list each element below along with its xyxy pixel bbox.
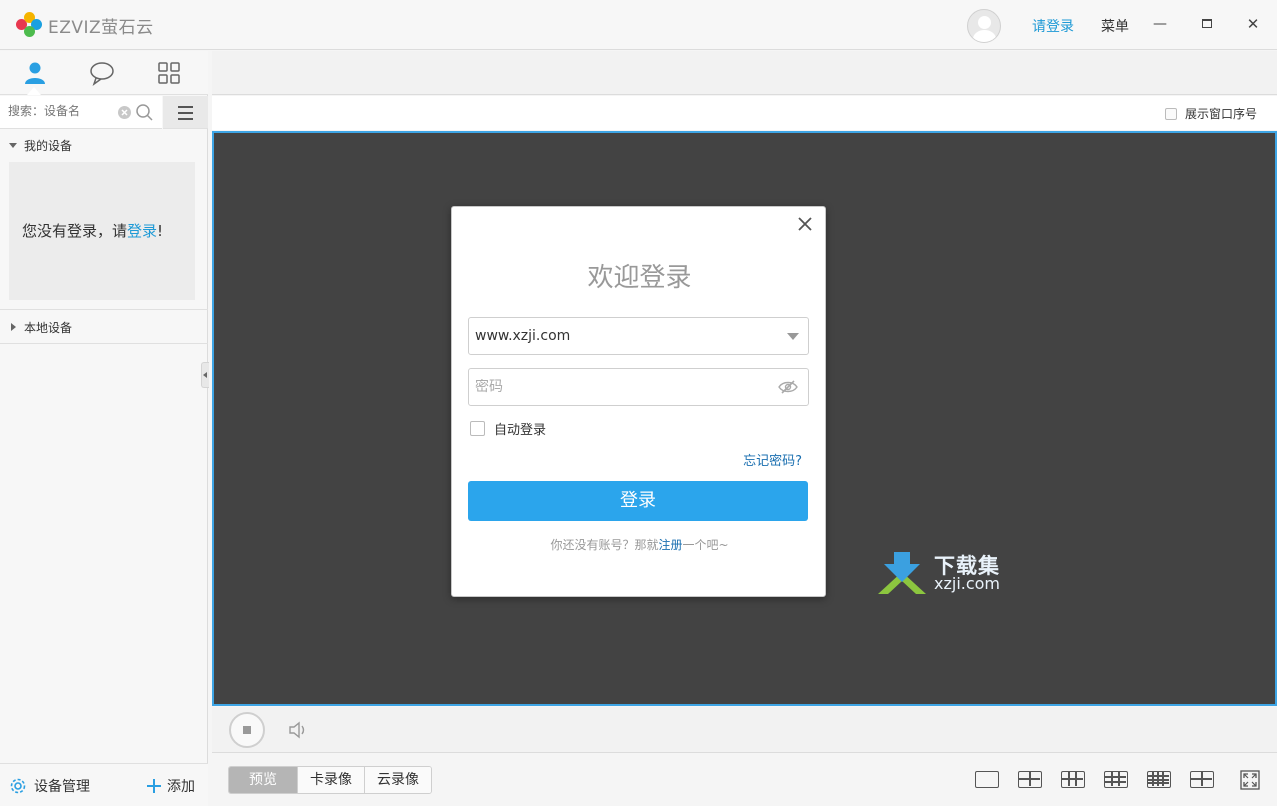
clear-icon[interactable]: [117, 105, 132, 120]
tab-messages[interactable]: [87, 59, 117, 87]
tab-card-recording[interactable]: 卡录像: [297, 767, 364, 793]
tab-preview[interactable]: 预览: [229, 767, 297, 793]
sidebar-login-link[interactable]: 登录: [127, 222, 157, 240]
login-link[interactable]: 请登录: [1032, 16, 1074, 36]
login-dialog: 欢迎登录 自动登录 忘记密码? 登录 你还没有账号？那就注册一个吧~: [451, 206, 826, 597]
playback-controls: [212, 707, 1277, 753]
title-bar: EZVIZ萤石云 请登录 菜单 — ✕: [0, 0, 1277, 50]
add-label: 添加: [167, 779, 195, 795]
list-menu-icon-line: [178, 112, 193, 114]
account-dropdown[interactable]: [468, 317, 809, 355]
show-index-checkbox[interactable]: [1164, 107, 1177, 120]
layout-4-icon[interactable]: [1018, 771, 1042, 788]
show-window-index-toggle[interactable]: 展示窗口序号: [1164, 105, 1257, 122]
register-suffix: 一个吧~: [682, 538, 729, 552]
left-panel: 我的设备 您没有登录，请登录! 本地设备 设备管理 添加: [0, 51, 208, 806]
login-submit-button[interactable]: 登录: [468, 481, 808, 521]
expand-right-icon: [11, 323, 16, 331]
logo-text: EZVIZ萤石云: [48, 17, 154, 38]
show-index-label: 展示窗口序号: [1184, 107, 1257, 121]
layout-custom-icon[interactable]: [1190, 771, 1214, 788]
main-toolbar: [212, 51, 1277, 95]
group-label: 本地设备: [24, 321, 73, 335]
collapse-panel-handle[interactable]: [201, 362, 209, 388]
dialog-close-button[interactable]: [797, 215, 813, 237]
register-prefix: 你还没有账号？那就: [550, 538, 659, 552]
divider: [0, 343, 208, 344]
maximize-button[interactable]: [1197, 14, 1217, 34]
fullscreen-icon[interactable]: [1240, 770, 1260, 790]
ezviz-logo-icon: [16, 12, 42, 38]
active-tab-indicator: [27, 87, 41, 95]
menu-button[interactable]: 菜单: [1101, 16, 1129, 36]
options-row: 展示窗口序号: [212, 96, 1277, 130]
tab-devices[interactable]: [20, 59, 50, 87]
watermark: 下载集 xzji.com: [876, 550, 1026, 600]
nologin-prefix: 您没有登录，请: [22, 222, 128, 240]
tab-apps[interactable]: [154, 59, 184, 87]
add-device-button[interactable]: 添加: [146, 776, 195, 796]
group-local-devices[interactable]: 本地设备: [0, 311, 208, 343]
bottom-bar: 预览 卡录像 云录像: [212, 754, 1277, 806]
dialog-title: 欢迎登录: [587, 263, 692, 293]
search-box: [0, 96, 162, 129]
search-icon[interactable]: [135, 103, 155, 123]
tab-cloud-recording[interactable]: 云录像: [364, 767, 431, 793]
watermark-logo-icon: [878, 552, 926, 594]
left-bottom-bar: 设备管理 添加: [0, 763, 208, 806]
auto-login-checkbox[interactable]: [470, 421, 485, 436]
password-input[interactable]: [475, 379, 765, 395]
device-manage-label: 设备管理: [34, 779, 90, 795]
chevron-down-icon[interactable]: [787, 333, 799, 340]
user-avatar-icon[interactable]: [967, 9, 1001, 43]
layout-16-icon[interactable]: [1147, 771, 1171, 788]
register-prompt: 你还没有账号？那就注册一个吧~: [452, 536, 827, 553]
volume-icon[interactable]: [288, 721, 310, 739]
chat-bubble-icon: [90, 62, 114, 86]
eye-hidden-icon[interactable]: [778, 379, 798, 395]
plus-icon: [147, 779, 161, 793]
forgot-password-link[interactable]: 忘记密码?: [743, 450, 802, 469]
search-input[interactable]: [8, 104, 108, 118]
nologin-suffix: !: [157, 222, 164, 240]
not-logged-in-box: 您没有登录，请登录!: [9, 162, 195, 300]
list-menu-icon: [178, 106, 193, 108]
expand-down-icon: [9, 143, 17, 148]
list-menu-icon-line: [178, 118, 193, 120]
minimize-button[interactable]: —: [1150, 14, 1170, 34]
divider: [0, 309, 208, 310]
auto-login-toggle[interactable]: 自动登录: [470, 419, 546, 438]
group-label: 我的设备: [24, 139, 73, 153]
close-button[interactable]: ✕: [1243, 14, 1263, 34]
password-field[interactable]: [468, 368, 809, 406]
device-manage-button[interactable]: 设备管理: [9, 776, 90, 796]
register-link[interactable]: 注册: [658, 538, 682, 552]
layout-1-icon[interactable]: [975, 771, 999, 788]
group-my-devices[interactable]: 我的设备: [0, 129, 208, 161]
stop-button[interactable]: [229, 712, 265, 748]
close-icon: [798, 217, 812, 231]
auto-login-label: 自动登录: [494, 423, 547, 438]
view-mode-tabs: 预览 卡录像 云录像: [228, 766, 432, 794]
layout-9-icon[interactable]: [1104, 771, 1128, 788]
not-logged-in-text: 您没有登录，请登录!: [22, 220, 163, 241]
gear-icon: [10, 778, 26, 794]
layout-6-icon[interactable]: [1061, 771, 1085, 788]
account-input[interactable]: [475, 328, 765, 344]
list-menu-button[interactable]: [163, 96, 208, 129]
grid-icon: [158, 62, 180, 84]
person-icon: [25, 62, 45, 84]
app-logo: EZVIZ萤石云: [16, 12, 154, 38]
left-tabs: [0, 51, 208, 95]
watermark-subtitle: xzji.com: [934, 574, 1001, 593]
maximize-icon: [1202, 19, 1212, 28]
